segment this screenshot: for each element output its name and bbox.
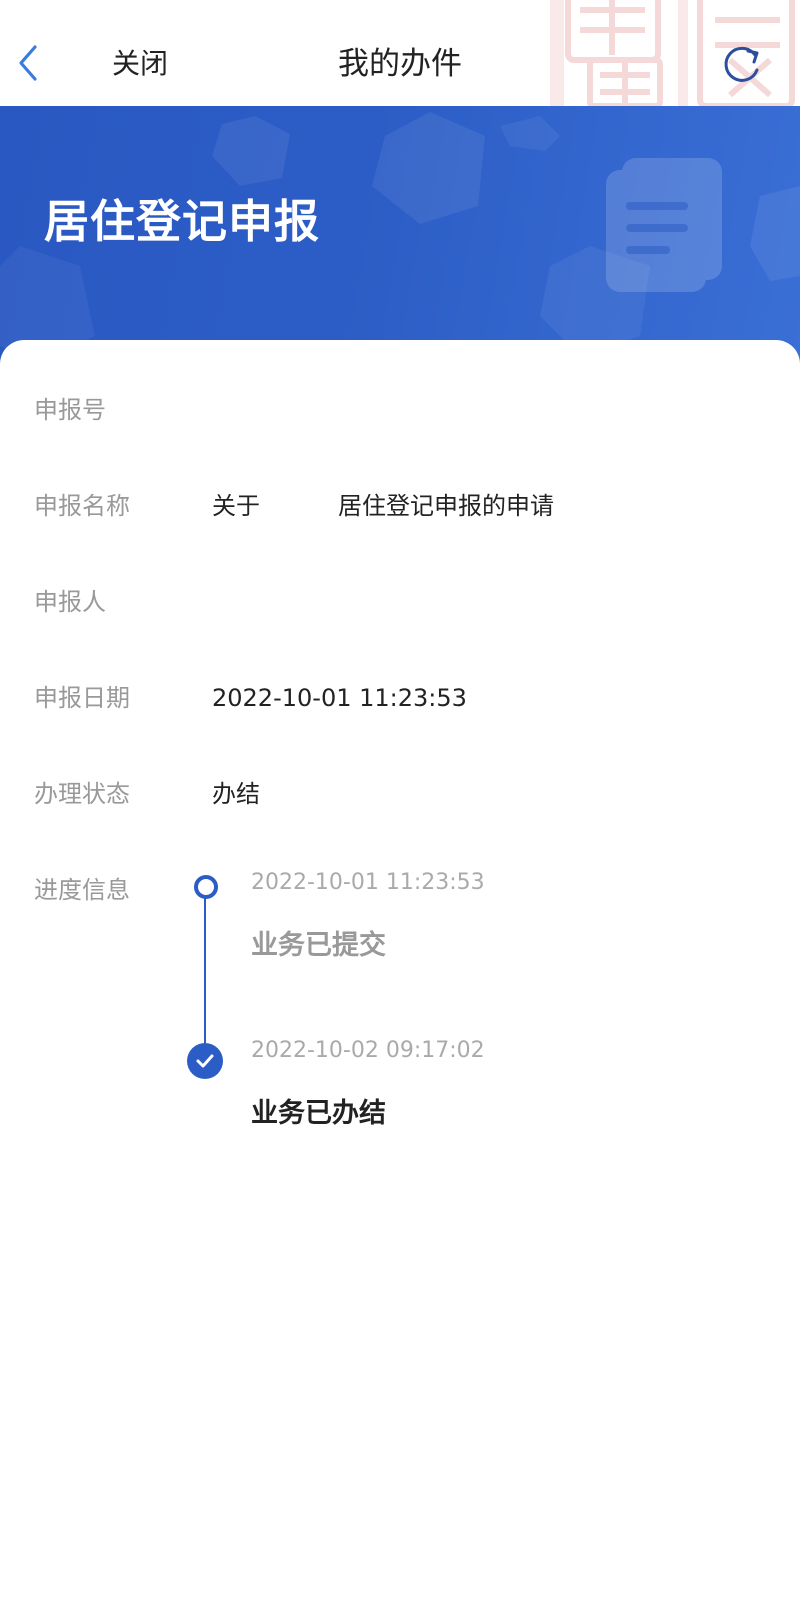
detail-row-application-date: 申报日期 2022-10-01 11:23:53 — [0, 678, 800, 718]
detail-value: 关于 居住登记申报的申请 — [212, 486, 554, 526]
timeline-step-status: 业务已办结 — [251, 1098, 386, 1129]
header-banner: 居住登记申报 — [0, 106, 800, 366]
progress-timeline: 2022-10-01 11:23:53 业务已提交 2022-10-02 09:… — [180, 862, 780, 1142]
timeline-step-status: 业务已提交 — [251, 930, 386, 961]
circle-outline-icon — [194, 875, 218, 899]
check-icon — [196, 1054, 214, 1068]
detail-label: 申报号 — [34, 396, 106, 424]
detail-label: 办理状态 — [34, 780, 130, 808]
refresh-button[interactable] — [718, 40, 768, 90]
detail-value: 办结 — [212, 780, 260, 808]
chevron-left-icon — [19, 45, 37, 81]
detail-label: 申报名称 — [34, 492, 130, 520]
detail-value-prefix: 关于 — [212, 492, 260, 520]
detail-value: 2022-10-01 11:23:53 — [212, 684, 467, 712]
detail-row-applicant: 申报人 — [0, 582, 800, 622]
detail-label: 申报人 — [34, 588, 106, 616]
top-nav-bar: 关闭 我的办件 — [0, 0, 800, 106]
timeline-connector — [204, 884, 206, 1054]
detail-row-application-number: 申报号 — [0, 390, 800, 430]
detail-label: 申报日期 — [34, 684, 130, 712]
detail-row-status: 办理状态 办结 — [0, 774, 800, 814]
progress-label: 进度信息 — [34, 876, 130, 904]
timeline-step-time: 2022-10-01 11:23:53 — [251, 870, 485, 895]
detail-value-suffix: 居住登记申报的申请 — [338, 492, 554, 520]
detail-row-application-name: 申报名称 关于 居住登记申报的申请 — [0, 486, 800, 526]
banner-title: 居住登记申报 — [44, 195, 321, 248]
refresh-icon — [724, 46, 759, 82]
check-circle-icon — [187, 1043, 223, 1079]
back-button[interactable] — [8, 38, 48, 88]
timeline-step-time: 2022-10-02 09:17:02 — [251, 1038, 485, 1063]
close-button[interactable]: 关闭 — [112, 44, 168, 84]
